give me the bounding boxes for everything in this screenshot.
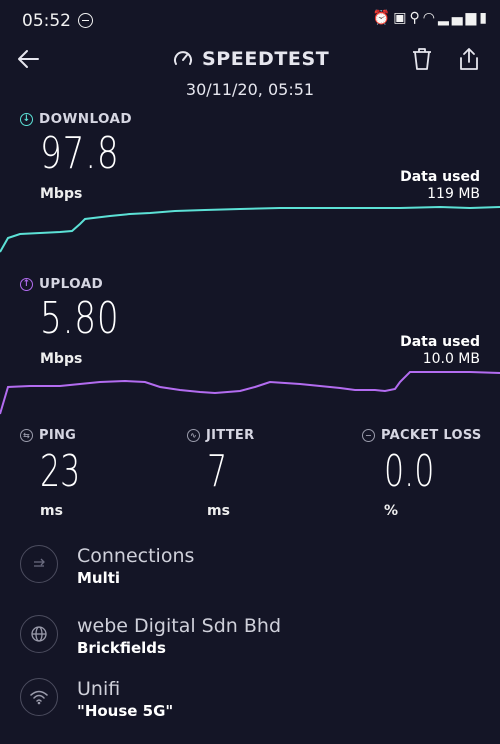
do-not-disturb-icon: [78, 13, 93, 28]
connections-title: Connections: [77, 545, 195, 567]
jitter-label-text: JITTER: [206, 428, 255, 443]
download-label-text: DOWNLOAD: [39, 111, 132, 127]
network-ssid: "House 5G": [77, 702, 174, 720]
provider-title: webe Digital Sdn Bhd: [77, 615, 282, 637]
wifi-icon: ◠: [422, 10, 438, 26]
packet-loss-label: − PACKET LOSS: [362, 428, 482, 443]
ping-value: 23: [40, 446, 81, 497]
upload-data-used-label: Data used: [400, 334, 480, 350]
connections-row[interactable]: Connections Multi: [77, 545, 194, 587]
upload-graph: [0, 371, 500, 415]
upload-value: 5.80: [40, 293, 120, 344]
notification-icon: ▣: [393, 10, 410, 26]
upload-label-text: UPLOAD: [39, 276, 104, 292]
provider-row[interactable]: webe Digital Sdn Bhd Brickfields: [77, 615, 281, 657]
status-icons: ⏰▣⚲◠▂▄▆▮: [373, 10, 490, 26]
network-row[interactable]: Unifi "House 5G": [77, 678, 173, 720]
header-title: SPEEDTEST: [172, 48, 329, 70]
location-icon: ⚲: [409, 10, 423, 26]
share-icon[interactable]: [457, 46, 481, 72]
wifi-network-icon: [20, 678, 58, 716]
download-arrow-icon: ↓: [20, 112, 33, 126]
provider-location: Brickfields: [77, 639, 166, 657]
jitter-icon: ∿: [187, 429, 200, 442]
packet-loss-icon: −: [362, 429, 375, 442]
download-label: ↓ DOWNLOAD: [20, 111, 132, 127]
trash-icon[interactable]: [410, 46, 434, 72]
battery-icon: ▮: [479, 10, 490, 26]
packet-loss-unit: %: [384, 503, 399, 519]
jitter-unit: ms: [207, 503, 230, 519]
connections-value: Multi: [77, 569, 121, 587]
ping-icon: ⇆: [20, 429, 33, 442]
status-time: 05:52: [22, 11, 71, 31]
alarm-icon: ⏰: [372, 10, 394, 26]
back-arrow-icon[interactable]: [16, 46, 42, 72]
download-data-used: Data used 119 MB: [400, 169, 480, 203]
jitter-value: 7: [207, 446, 228, 497]
download-graph: [0, 205, 500, 253]
network-title: Unifi: [77, 678, 121, 700]
download-data-used-label: Data used: [400, 169, 480, 185]
packet-loss-value: 0.0: [384, 446, 435, 497]
ping-unit: ms: [40, 503, 63, 519]
ping-label-text: PING: [39, 428, 77, 443]
jitter-label: ∿ JITTER: [187, 428, 254, 443]
ping-label: ⇆ PING: [20, 428, 76, 443]
signal-icon: ▂▄▆: [437, 10, 480, 26]
connections-icon: [20, 545, 58, 583]
packet-loss-label-text: PACKET LOSS: [381, 428, 482, 443]
test-datetime: 30/11/20, 05:51: [185, 80, 315, 99]
download-value: 97.8: [40, 128, 120, 179]
speedometer-icon: [174, 51, 192, 65]
upload-arrow-icon: ↑: [20, 277, 33, 291]
upload-label: ↑ UPLOAD: [20, 276, 103, 292]
app-title: SPEEDTEST: [202, 48, 330, 70]
globe-icon: [20, 615, 58, 653]
